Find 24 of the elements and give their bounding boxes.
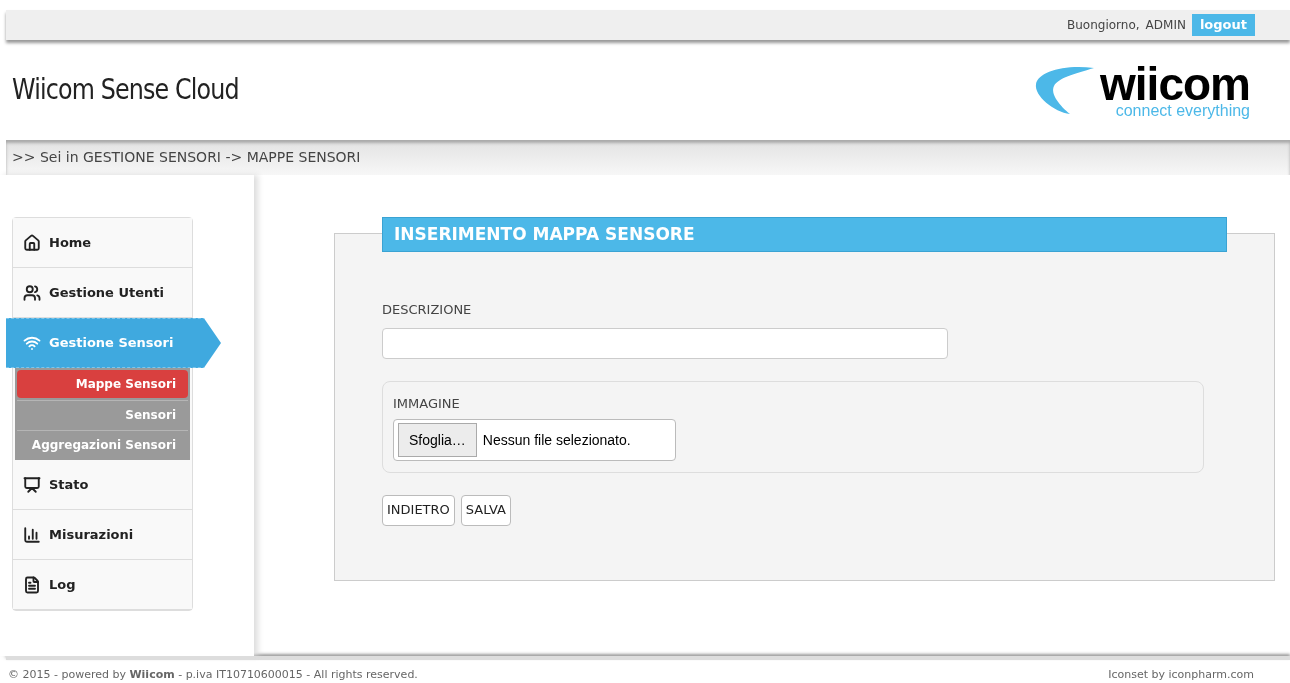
app-title: Wiicom Sense Cloud [12,72,239,108]
sidebar-item[interactable]: Home [13,218,192,268]
greeting-text: Buongiorno, [1067,17,1140,34]
browse-button[interactable]: Sfoglia… [398,423,477,457]
field-label: IMMAGINE [393,394,461,413]
wifi-icon [23,334,41,352]
file-input[interactable]: Sfoglia… Nessun file selezionato. [393,419,676,461]
breadcrumb-text: >> Sei in GESTIONE SENSORI -> MAPPE SENSORI [12,148,361,167]
user-name: ADMIN [1145,17,1186,34]
form-button[interactable]: INDIETRO [382,494,455,526]
file-status: Nessun file selezionato. [482,430,631,450]
chart-board-icon [23,475,41,494]
panel-header: INSERIMENTO MAPPA SENSORE [382,217,1227,252]
users-icon [23,283,41,302]
footer-text: © 2015 - powered by Wiicom - p.iva IT10710600015 - All rights reserved. [8,666,418,683]
iconset-credit: Iconset by iconpharm.com [1108,666,1254,683]
field-label: DESCRIZIONE [382,301,473,319]
form-button[interactable]: SALVA [460,494,511,526]
submenu-item[interactable]: Mappe Sensori [17,370,188,398]
document-icon [23,575,41,594]
logo-tagline: connect everything [1115,103,1250,119]
home-icon [23,233,41,252]
bar-chart-icon [23,525,41,544]
description-field[interactable] [382,327,948,359]
